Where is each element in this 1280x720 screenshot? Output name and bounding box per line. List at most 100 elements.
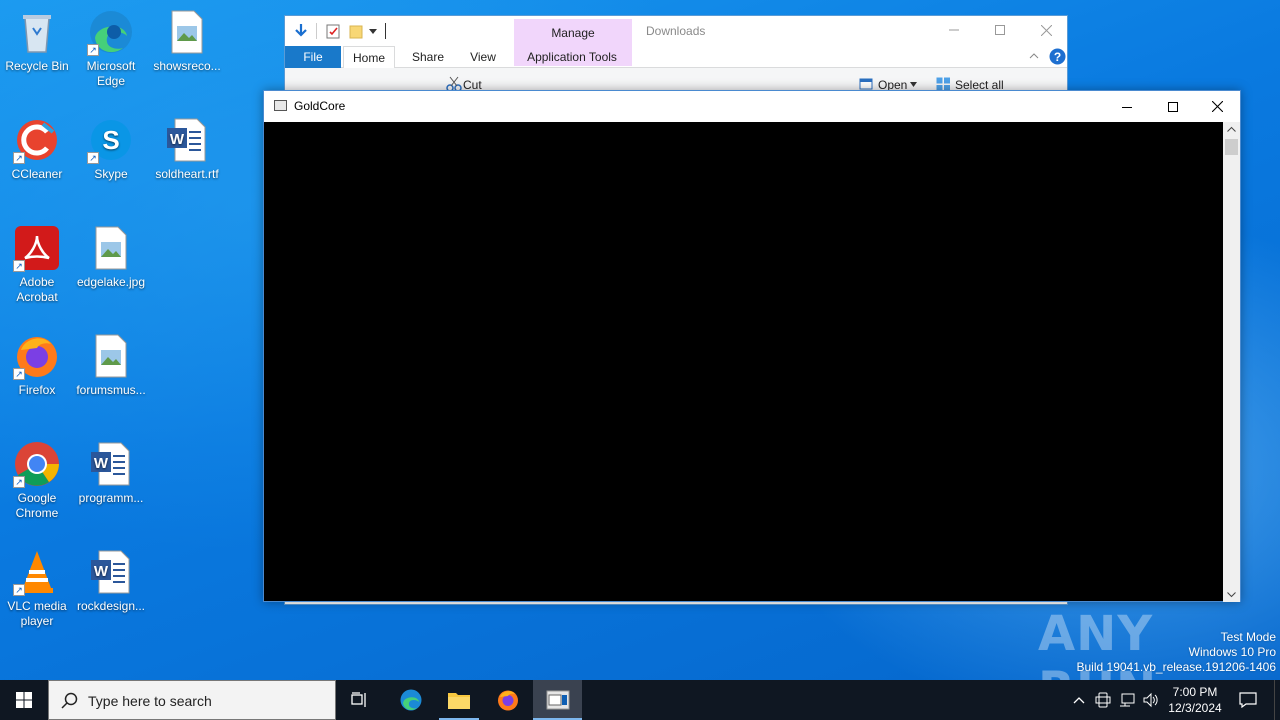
divider bbox=[385, 23, 386, 39]
tab-home[interactable]: Home bbox=[343, 46, 395, 69]
console-app-icon bbox=[274, 100, 287, 111]
clock[interactable]: 7:00 PM 12/3/2024 bbox=[1162, 680, 1228, 720]
desktop-icon-label: showsreco... bbox=[153, 59, 221, 73]
desktop-icon-label: forumsmus... bbox=[76, 383, 146, 397]
console-output-area[interactable] bbox=[264, 122, 1223, 601]
task-view-button[interactable] bbox=[338, 680, 382, 720]
windows-logo-icon bbox=[16, 692, 32, 708]
tray-device-button[interactable] bbox=[1092, 680, 1114, 720]
goldcore-title: GoldCore bbox=[294, 99, 346, 113]
taskbar-search-box[interactable]: Type here to search bbox=[48, 680, 336, 720]
close-icon bbox=[1211, 101, 1223, 112]
new-folder-icon[interactable] bbox=[349, 23, 363, 39]
desktop-icon-vlc[interactable]: ↗ VLC media player bbox=[0, 548, 74, 629]
quick-access-dropdown-icon[interactable] bbox=[369, 27, 378, 35]
manage-tab-label[interactable]: Manage bbox=[514, 26, 632, 40]
shortcut-arrow-icon: ↗ bbox=[87, 152, 99, 164]
help-icon[interactable]: ? bbox=[1049, 48, 1066, 65]
desktop-icon-ccleaner[interactable]: ↗ CCleaner bbox=[0, 116, 74, 182]
show-desktop-button[interactable] bbox=[1274, 680, 1280, 720]
explorer-maximize-button[interactable] bbox=[977, 16, 1023, 44]
goldcore-maximize-button[interactable] bbox=[1150, 91, 1196, 122]
desktop-icon-programm[interactable]: W programm... bbox=[74, 440, 148, 506]
goldcore-close-button[interactable] bbox=[1194, 91, 1240, 122]
goldcore-titlebar[interactable]: GoldCore bbox=[264, 91, 1240, 122]
tab-file[interactable]: File bbox=[285, 46, 341, 68]
goldcore-window[interactable]: GoldCore bbox=[263, 90, 1241, 602]
notification-icon bbox=[1239, 692, 1257, 708]
properties-icon[interactable] bbox=[326, 23, 340, 39]
test-mode-watermark: Test Mode Windows 10 Pro Build 19041.vb_… bbox=[1077, 630, 1277, 675]
start-button[interactable] bbox=[0, 680, 48, 720]
network-button[interactable] bbox=[1116, 680, 1138, 720]
taskbar: Type here to search 7:00 PM 12/3/2024 bbox=[0, 680, 1280, 720]
desktop-icon-label: Google Chrome bbox=[15, 491, 59, 520]
windows-edition-label: Windows 10 Pro bbox=[1188, 645, 1276, 659]
scroll-down-icon[interactable] bbox=[1227, 592, 1236, 598]
scroll-up-icon[interactable] bbox=[1227, 126, 1236, 132]
word-doc-icon: W bbox=[87, 440, 135, 488]
edge-icon: ↗ bbox=[87, 8, 135, 56]
desktop-icon-label: Adobe Acrobat bbox=[16, 275, 58, 304]
shortcut-arrow-icon: ↗ bbox=[13, 260, 25, 272]
desktop-icon-edgelake[interactable]: edgelake.jpg bbox=[74, 224, 148, 290]
action-center-button[interactable] bbox=[1232, 680, 1264, 720]
edge-icon bbox=[400, 689, 422, 711]
explorer-titlebar[interactable]: Manage Downloads bbox=[285, 16, 1069, 66]
minimize-icon bbox=[1122, 106, 1132, 108]
desktop-icon-soldheart[interactable]: W soldheart.rtf bbox=[150, 116, 224, 182]
search-placeholder: Type here to search bbox=[88, 693, 212, 709]
chrome-icon: ↗ bbox=[13, 440, 61, 488]
folder-icon bbox=[448, 693, 470, 709]
network-icon bbox=[1120, 693, 1135, 707]
chevron-down-icon bbox=[910, 82, 917, 87]
desktop-icon-acrobat[interactable]: ↗ Adobe Acrobat bbox=[0, 224, 74, 305]
collapse-ribbon-icon[interactable] bbox=[1029, 52, 1039, 60]
scrollbar-thumb[interactable] bbox=[1225, 139, 1238, 155]
desktop-icon-edge[interactable]: ↗ Microsoft Edge bbox=[74, 8, 148, 89]
desktop-icon-showsreco[interactable]: showsreco... bbox=[150, 8, 224, 74]
clock-time: 7:00 PM bbox=[1172, 685, 1218, 699]
maximize-icon bbox=[995, 25, 1005, 35]
explorer-minimize-button[interactable] bbox=[931, 16, 977, 44]
desktop-icon-skype[interactable]: S ↗ Skype bbox=[74, 116, 148, 182]
volume-button[interactable] bbox=[1140, 680, 1162, 720]
device-icon bbox=[1095, 692, 1111, 708]
desktop-icon-label: edgelake.jpg bbox=[76, 275, 146, 289]
desktop-icon-label: VLC media player bbox=[7, 599, 67, 628]
desktop-icon-label: Recycle Bin bbox=[5, 59, 69, 73]
desktop-icon-label: programm... bbox=[78, 491, 144, 505]
word-doc-icon: W bbox=[163, 116, 211, 164]
svg-text:S: S bbox=[102, 125, 119, 155]
taskbar-file-explorer[interactable] bbox=[436, 680, 482, 720]
taskbar-firefox[interactable] bbox=[484, 680, 532, 720]
goldcore-minimize-button[interactable] bbox=[1104, 91, 1150, 122]
shortcut-arrow-icon: ↗ bbox=[13, 368, 25, 380]
ccleaner-icon: ↗ bbox=[13, 116, 61, 164]
tab-application-tools[interactable]: Application Tools bbox=[521, 46, 623, 68]
desktop-icon-label: Firefox bbox=[18, 383, 56, 397]
skype-icon: S ↗ bbox=[87, 116, 135, 164]
chevron-up-icon bbox=[1073, 697, 1085, 704]
desktop-icon-firefox[interactable]: ↗ Firefox bbox=[0, 332, 74, 398]
taskbar-edge[interactable] bbox=[388, 680, 434, 720]
desktop-icon-recycle-bin[interactable]: Recycle Bin bbox=[0, 8, 74, 74]
desktop-icon-label: soldheart.rtf bbox=[155, 167, 219, 181]
console-app-icon bbox=[546, 690, 569, 710]
acrobat-icon: ↗ bbox=[13, 224, 61, 272]
shortcut-arrow-icon: ↗ bbox=[13, 476, 25, 488]
explorer-close-button[interactable] bbox=[1023, 16, 1069, 44]
tab-share[interactable]: Share bbox=[403, 46, 453, 68]
taskbar-goldcore[interactable] bbox=[533, 680, 582, 720]
show-hidden-icons-button[interactable] bbox=[1068, 680, 1090, 720]
word-doc-icon: W bbox=[87, 548, 135, 596]
explorer-title: Downloads bbox=[646, 24, 706, 38]
desktop-icon-chrome[interactable]: ↗ Google Chrome bbox=[0, 440, 74, 521]
recycle-bin-icon bbox=[13, 8, 61, 56]
tab-view[interactable]: View bbox=[459, 46, 507, 68]
desktop-icon-forumsmus[interactable]: forumsmus... bbox=[74, 332, 148, 398]
vertical-scrollbar[interactable] bbox=[1223, 122, 1240, 602]
desktop-icon-rockdesign[interactable]: W rockdesign... bbox=[74, 548, 148, 614]
explorer-ribbon-tabs: File Home Share View Application Tools ? bbox=[285, 46, 1067, 69]
build-label: Build 19041.vb_release.191206-1406 bbox=[1076, 660, 1277, 674]
